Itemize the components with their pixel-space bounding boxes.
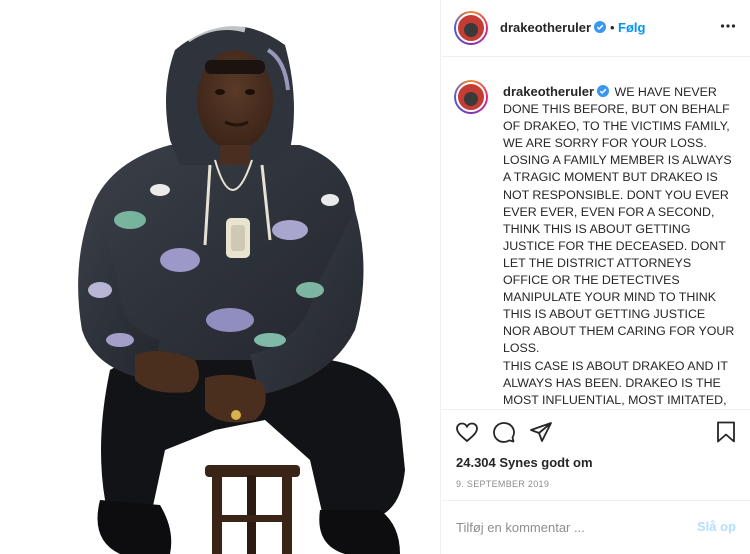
- more-options-icon[interactable]: [720, 18, 736, 34]
- caption-username-text: drakeotheruler: [503, 84, 595, 99]
- caption-text: drakeotheruler WE HAVE NEVER DONE THIS B…: [503, 83, 735, 409]
- heart-icon[interactable]: [455, 420, 481, 446]
- caption-section: drakeotheruler WE HAVE NEVER DONE THIS B…: [442, 58, 750, 410]
- like-count[interactable]: 24.304 Synes godt om: [456, 455, 593, 470]
- username-text: drakeotheruler: [500, 20, 592, 35]
- comment-bar: Slå op: [442, 500, 750, 554]
- caption-username[interactable]: drakeotheruler: [503, 84, 610, 99]
- post-sidebar: drakeotheruler • Følg drakeotheruler WE …: [442, 0, 750, 554]
- post-header: drakeotheruler • Følg: [442, 0, 750, 57]
- post-date[interactable]: 9. SEPTEMBER 2019: [456, 479, 549, 489]
- comment-icon[interactable]: [492, 420, 518, 446]
- send-icon[interactable]: [529, 420, 555, 446]
- username-link[interactable]: drakeotheruler: [500, 20, 607, 35]
- caption-body: WE HAVE NEVER DONE THIS BEFORE, BUT ON B…: [503, 85, 735, 356]
- verified-badge-icon: [597, 85, 610, 97]
- action-bar: [442, 420, 750, 450]
- post-image[interactable]: [0, 0, 441, 554]
- bookmark-icon[interactable]: [714, 420, 740, 446]
- separator-dot: •: [610, 20, 615, 35]
- caption-body-2: THIS CASE IS ABOUT DRAKEO AND IT ALWAYS …: [503, 358, 728, 407]
- caption-avatar[interactable]: [454, 80, 488, 114]
- follow-button[interactable]: Følg: [618, 20, 645, 35]
- post-comment-button[interactable]: Slå op: [697, 519, 736, 534]
- comment-input[interactable]: [456, 517, 686, 537]
- photo-illustration: [0, 0, 440, 554]
- verified-badge-icon: [594, 21, 607, 33]
- avatar[interactable]: [454, 11, 488, 45]
